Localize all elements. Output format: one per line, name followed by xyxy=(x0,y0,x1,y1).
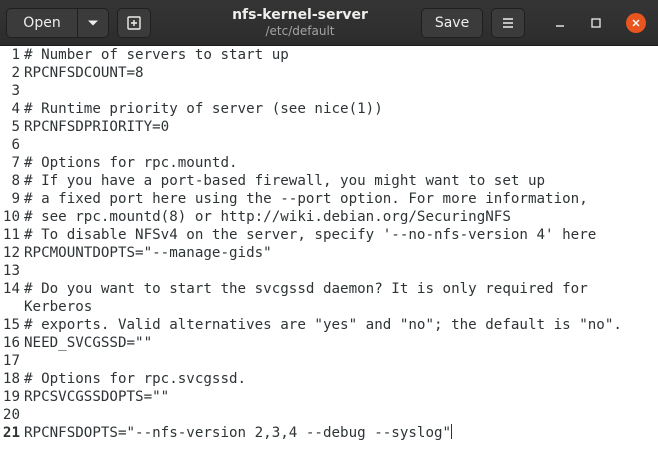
editor-line[interactable]: 4 # Runtime priority of server (see nice(… xyxy=(0,100,658,118)
editor-line[interactable]: 14 # Do you want to start the svcgssd dae… xyxy=(0,280,658,298)
menu-button[interactable] xyxy=(491,8,525,38)
editor-line[interactable]: 3 xyxy=(0,82,658,100)
editor-line[interactable]: 1 # Number of servers to start up xyxy=(0,46,658,64)
line-text[interactable]: RPCNFSDOPTS="--nfs-version 2,3,4 --debug… xyxy=(24,424,453,442)
line-text[interactable]: # Options for rpc.mountd. xyxy=(24,154,238,172)
line-text[interactable]: # exports. Valid alternatives are "yes" … xyxy=(24,316,622,334)
maximize-button[interactable] xyxy=(586,13,606,33)
text-editor[interactable]: 1 # Number of servers to start up 2 RPCNFSD… xyxy=(0,46,658,462)
window-subtitle: /etc/default xyxy=(265,24,335,38)
line-number: 15 xyxy=(2,317,20,333)
line-text[interactable]: # Number of servers to start up xyxy=(24,46,289,64)
save-button[interactable]: Save xyxy=(421,8,483,38)
line-text[interactable]: # Runtime priority of server (see nice(1… xyxy=(24,100,383,118)
line-number: 18 xyxy=(2,371,20,387)
open-menu-button[interactable] xyxy=(77,8,109,38)
line-text[interactable]: RPCNFSDCOUNT=8 xyxy=(24,64,144,82)
close-icon xyxy=(632,19,640,27)
editor-line[interactable]: 21 RPCNFSDOPTS="--nfs-version 2,3,4 --deb… xyxy=(0,424,658,442)
editor-line[interactable]: 11 # To disable NFSv4 on the server, spec… xyxy=(0,226,658,244)
line-number: 17 xyxy=(2,353,20,369)
line-text[interactable]: NEED_SVCGSSD="" xyxy=(24,334,152,352)
line-number: 13 xyxy=(2,263,20,279)
chevron-down-icon xyxy=(88,20,98,26)
line-number: 12 xyxy=(2,245,20,261)
line-number: 21 xyxy=(2,425,20,441)
editor-line[interactable]: 9 # a fixed port here using the --port op… xyxy=(0,190,658,208)
new-tab-button[interactable] xyxy=(117,8,151,38)
editor-line[interactable]: 10 # see rpc.mountd(8) or http://wiki.deb… xyxy=(0,208,658,226)
open-button-label: Open xyxy=(23,15,61,31)
editor-line[interactable]: 8 # If you have a port-based firewall, yo… xyxy=(0,172,658,190)
line-number: 14 xyxy=(2,281,20,297)
window-title: nfs-kernel-server xyxy=(232,7,368,23)
editor-line[interactable]: 16 NEED_SVCGSSD="" xyxy=(0,334,658,352)
close-button[interactable] xyxy=(626,13,646,33)
title-area: nfs-kernel-server /etc/default xyxy=(190,6,410,39)
line-number: 6 xyxy=(11,137,20,153)
line-number: 9 xyxy=(11,191,20,207)
line-number: 8 xyxy=(11,173,20,189)
line-number: 16 xyxy=(2,335,20,351)
wrapped-line-text[interactable]: Kerberos xyxy=(0,298,658,316)
hamburger-menu-icon xyxy=(503,18,513,28)
line-text[interactable]: RPCNFSDPRIORITY=0 xyxy=(24,118,169,136)
line-text[interactable]: # Do you want to start the svcgssd daemo… xyxy=(24,280,588,298)
editor-line[interactable]: 7 # Options for rpc.mountd. xyxy=(0,154,658,172)
line-number: 3 xyxy=(11,83,20,99)
line-number: 11 xyxy=(2,227,20,243)
editor-line[interactable]: 13 xyxy=(0,262,658,280)
line-number: 7 xyxy=(11,155,20,171)
editor-line[interactable]: 15 # exports. Valid alternatives are "yes… xyxy=(0,316,658,334)
editor-line[interactable]: 5 RPCNFSDPRIORITY=0 xyxy=(0,118,658,136)
line-number: 4 xyxy=(11,101,20,117)
line-text[interactable]: RPCSVCGSSDOPTS="" xyxy=(24,388,169,406)
line-text[interactable]: # see rpc.mountd(8) or http://wiki.debia… xyxy=(24,208,511,226)
header-bar: Open nfs-kernel-server /etc/default Save xyxy=(0,0,658,46)
editor-line[interactable]: 12 RPCMOUNTDOPTS="--manage-gids" xyxy=(0,244,658,262)
editor-line[interactable]: 19 RPCSVCGSSDOPTS="" xyxy=(0,388,658,406)
minimize-icon xyxy=(556,25,564,27)
open-button[interactable]: Open xyxy=(6,8,78,38)
editor-line[interactable]: 2 RPCNFSDCOUNT=8 xyxy=(0,64,658,82)
new-tab-icon xyxy=(127,16,141,30)
line-text[interactable]: # a fixed port here using the --port opt… xyxy=(24,190,588,208)
editor-line[interactable]: 20 xyxy=(0,406,658,424)
line-text[interactable]: # Options for rpc.svcgssd. xyxy=(24,370,246,388)
line-number: 5 xyxy=(11,119,20,135)
line-text[interactable]: # To disable NFSv4 on the server, specif… xyxy=(24,226,596,244)
minimize-button[interactable] xyxy=(550,13,570,33)
line-number: 2 xyxy=(11,65,20,81)
maximize-icon xyxy=(591,18,601,28)
line-number: 10 xyxy=(2,209,20,225)
editor-line[interactable]: 18 # Options for rpc.svcgssd. xyxy=(0,370,658,388)
editor-line[interactable]: 17 xyxy=(0,352,658,370)
editor-line[interactable]: 6 xyxy=(0,136,658,154)
line-number: 1 xyxy=(11,47,20,63)
line-number: 19 xyxy=(2,389,20,405)
line-text[interactable]: # If you have a port-based firewall, you… xyxy=(24,172,545,190)
line-number: 20 xyxy=(2,407,20,423)
text-cursor xyxy=(451,424,453,439)
save-button-label: Save xyxy=(434,15,470,31)
line-text[interactable]: RPCMOUNTDOPTS="--manage-gids" xyxy=(24,244,272,262)
